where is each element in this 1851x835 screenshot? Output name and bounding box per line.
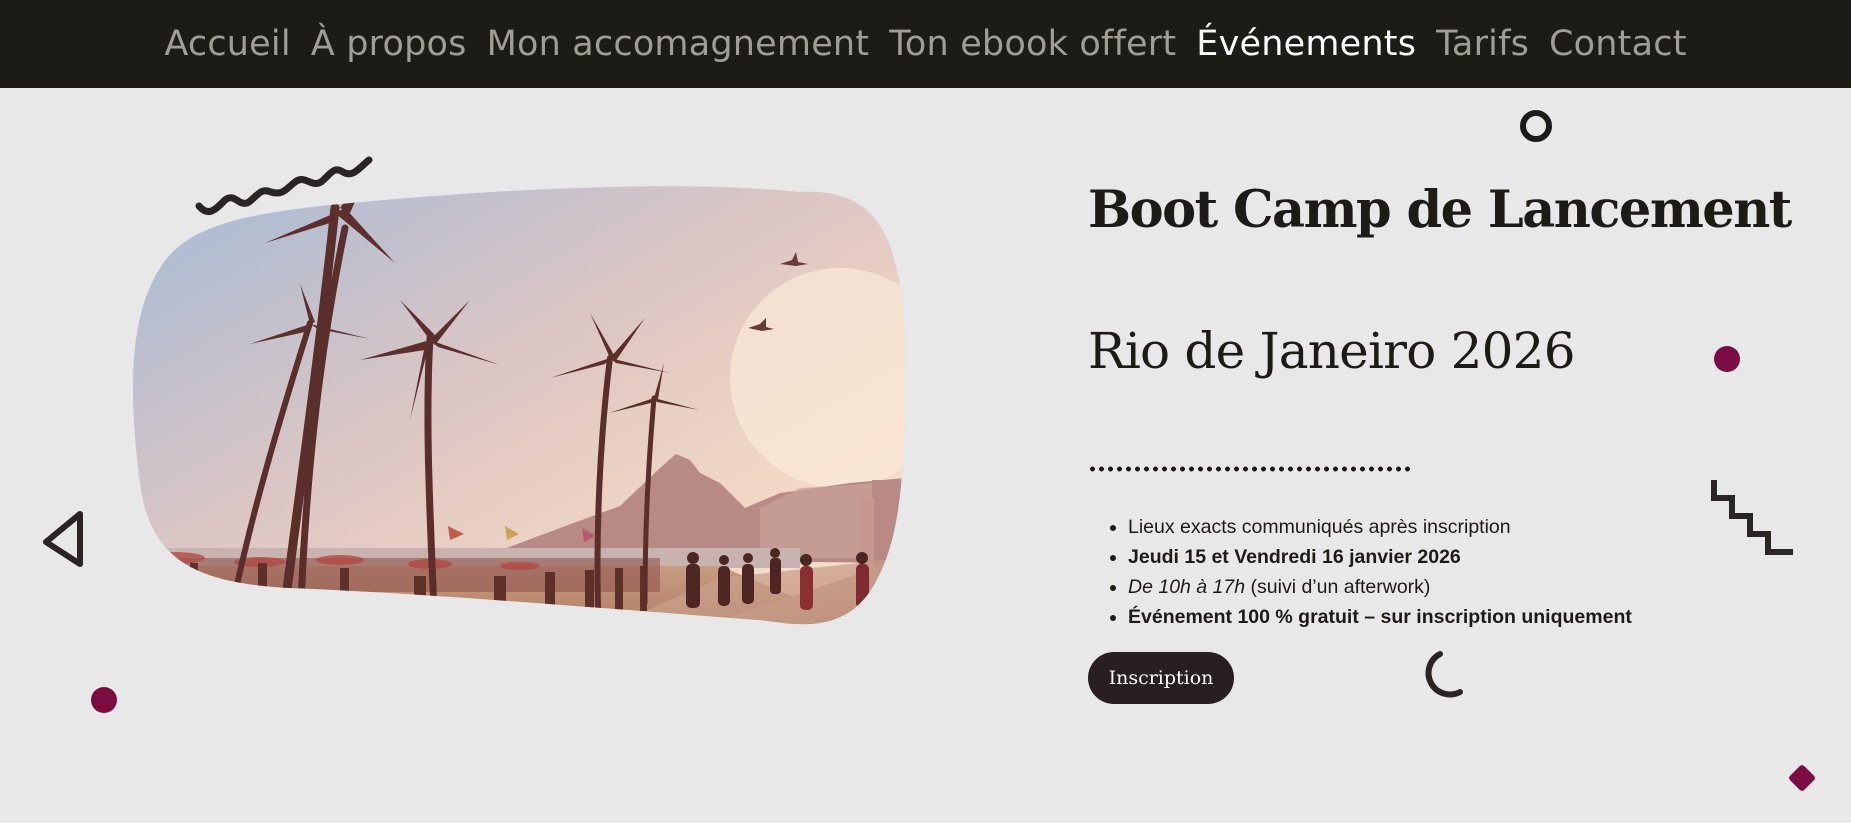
top-navigation: Accueil À propos Mon accomagnement Ton e… (0, 0, 1851, 88)
detail-dates: Jeudi 15 et Vendredi 16 janvier 2026 (1128, 542, 1828, 572)
nav-item-evenements[interactable]: Événements (1186, 24, 1426, 64)
detail-dates-text: Jeudi 15 et Vendredi 16 janvier 2026 (1128, 546, 1461, 568)
nav-item-mon-accompagnement[interactable]: Mon accomagnement (477, 24, 880, 64)
dot-icon (91, 687, 117, 713)
diamond-icon (1789, 765, 1815, 791)
triangle-icon (43, 511, 83, 567)
nav-item-accueil[interactable]: Accueil (154, 24, 300, 64)
detail-location: Lieux exacts communiqués après inscripti… (1128, 512, 1828, 542)
ring-icon (1520, 110, 1552, 142)
detail-hours-suffix: (suivi d’un afterwork) (1245, 576, 1431, 598)
detail-free-text: Événement 100 % gratuit – sur inscriptio… (1128, 606, 1632, 628)
dotted-divider (1088, 466, 1414, 472)
detail-location-text: Lieux exacts communiqués après inscripti… (1128, 516, 1511, 538)
detail-hours: De 10h à 17h (suivi d’un afterwork) (1128, 572, 1828, 602)
nav-item-ebook[interactable]: Ton ebook offert (879, 24, 1186, 64)
squiggle-icon (195, 156, 373, 215)
arc-icon (1425, 651, 1463, 698)
nav-item-a-propos[interactable]: À propos (301, 24, 477, 64)
detail-hours-text: De 10h à 17h (1128, 576, 1246, 598)
event-title: Boot Camp de Lancement (1088, 180, 1792, 240)
nav-item-tarifs[interactable]: Tarifs (1426, 24, 1539, 64)
inscription-button[interactable]: Inscription (1088, 652, 1234, 704)
event-subtitle: Rio de Janeiro 2026 (1088, 322, 1576, 380)
event-details-list: Lieux exacts communiqués après inscripti… (1088, 512, 1828, 632)
nav-list: Accueil À propos Mon accomagnement Ton e… (0, 0, 1851, 88)
event-hero: Boot Camp de Lancement Rio de Janeiro 20… (0, 88, 1851, 823)
detail-free: Événement 100 % gratuit – sur inscriptio… (1128, 602, 1828, 632)
nav-item-contact[interactable]: Contact (1539, 24, 1697, 64)
